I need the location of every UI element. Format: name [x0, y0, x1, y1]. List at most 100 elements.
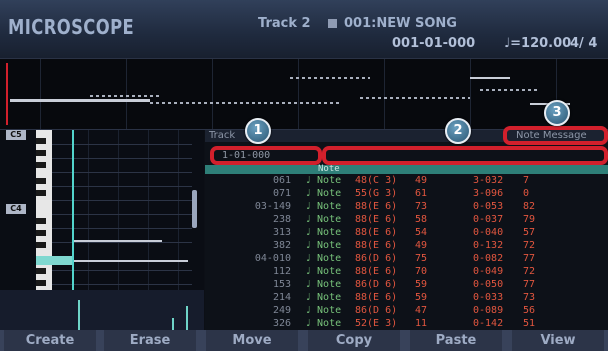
overview-gridline — [298, 59, 299, 129]
row-value: 77 — [523, 279, 536, 290]
row-position: 071 — [272, 188, 291, 199]
black-key[interactable] — [36, 138, 46, 144]
velocity-lane — [0, 290, 204, 330]
row-value: 0 — [523, 188, 530, 199]
row-value: 7 — [523, 175, 530, 186]
roll-note[interactable] — [74, 240, 162, 242]
black-key[interactable] — [36, 280, 46, 286]
callout-box-3 — [503, 126, 608, 145]
black-key[interactable] — [36, 230, 46, 236]
table-row[interactable]: 03-149 ♩ Note 88(E 6) 73 0-053 82 — [205, 201, 608, 212]
tempo-readout: ♩=120.00 — [504, 36, 572, 51]
roll-note[interactable] — [74, 260, 188, 262]
row-position: 249 — [272, 305, 291, 316]
overview-gridline — [40, 59, 41, 129]
row-type: ♩ Note — [305, 305, 342, 316]
table-row[interactable]: 249 ♩ Note 86(D 6) 47 0-089 56 — [205, 305, 608, 316]
row-position: 04-010 — [254, 253, 291, 264]
row-gate: 0-082 — [473, 253, 504, 264]
row-velocity: 11 — [415, 318, 428, 329]
row-type: ♩ Note — [305, 175, 342, 186]
row-position: 313 — [272, 227, 291, 238]
selected-event-row[interactable] — [205, 165, 608, 174]
table-row[interactable]: 214 ♩ Note 88(E 6) 59 0-033 73 — [205, 292, 608, 303]
app-title: MICROSCOPE — [8, 15, 135, 39]
row-gate: 3-032 — [473, 175, 504, 186]
black-key[interactable] — [36, 150, 46, 156]
table-row[interactable]: 313 ♩ Note 88(E 6) 54 0-040 57 — [205, 227, 608, 238]
row-note: 88(E 6) — [355, 227, 398, 238]
row-velocity: 73 — [415, 201, 428, 212]
row-velocity: 49 — [415, 175, 428, 186]
view-button[interactable]: View — [512, 330, 604, 351]
row-note: 88(E 6) — [355, 201, 398, 212]
row-position: 112 — [272, 266, 291, 277]
row-value: 73 — [523, 292, 536, 303]
row-type: ♩ Note — [305, 188, 342, 199]
row-type: ♩ Note — [305, 201, 342, 212]
table-row[interactable]: 153 ♩ Note 86(D 6) 59 0-050 77 — [205, 279, 608, 290]
table-row[interactable]: 071 ♩ Note 55(G 3) 61 3-096 0 — [205, 188, 608, 199]
table-row[interactable]: 04-010 ♩ Note 86(D 6) 75 0-082 77 — [205, 253, 608, 264]
row-velocity: 58 — [415, 214, 428, 225]
row-note: 52(E 3) — [355, 318, 398, 329]
row-type: ♩ Note — [305, 227, 342, 238]
row-type: ♩ Note — [305, 214, 342, 225]
row-note: 86(D 6) — [355, 279, 398, 290]
row-velocity: 70 — [415, 266, 428, 277]
overview-note — [10, 99, 150, 102]
row-gate: 0-089 — [473, 305, 504, 316]
black-key[interactable] — [36, 218, 46, 224]
move-button[interactable]: Move — [206, 330, 298, 351]
song-name: 001:NEW SONG — [344, 16, 457, 31]
black-key[interactable] — [36, 242, 46, 248]
table-row[interactable]: 238 ♩ Note 88(E 6) 58 0-037 79 — [205, 214, 608, 225]
table-row[interactable]: 382 ♩ Note 88(E 6) 49 0-132 72 — [205, 240, 608, 251]
row-gate: 3-096 — [473, 188, 504, 199]
row-gate: 0-037 — [473, 214, 504, 225]
paste-button[interactable]: Paste — [410, 330, 502, 351]
playhead-marker — [6, 63, 8, 125]
row-note: 88(E 6) — [355, 240, 398, 251]
row-position: 238 — [272, 214, 291, 225]
roll-scrollbar[interactable] — [192, 190, 197, 228]
row-gate: 0-033 — [473, 292, 504, 303]
table-row[interactable]: 061 ♩ Note 48(C 3) 49 3-032 7 — [205, 175, 608, 186]
song-overview[interactable] — [0, 58, 608, 130]
row-note: 86(D 6) — [355, 305, 398, 316]
callout-box-1 — [210, 146, 322, 165]
black-key[interactable] — [36, 162, 46, 168]
row-position: 061 — [272, 175, 291, 186]
row-velocity: 61 — [415, 188, 428, 199]
row-velocity: 59 — [415, 292, 428, 303]
overview-note — [480, 89, 540, 91]
selected-key-highlight — [36, 256, 72, 265]
black-key[interactable] — [36, 268, 46, 274]
overview-note — [470, 77, 510, 79]
octave-label-c4: C4 — [6, 204, 26, 214]
row-value: 79 — [523, 214, 536, 225]
overview-gridline — [126, 59, 127, 129]
header-track-label: Track — [209, 130, 236, 141]
black-key[interactable] — [36, 190, 46, 196]
row-value: 72 — [523, 266, 536, 277]
callout-badge-3: 3 — [544, 100, 570, 126]
table-row[interactable]: 326 ♩ Note 52(E 3) 11 0-142 51 — [205, 318, 608, 329]
octave-label-c5: C5 — [6, 130, 26, 140]
row-gate: 0-132 — [473, 240, 504, 251]
row-gate: 0-050 — [473, 279, 504, 290]
row-gate: 0-040 — [473, 227, 504, 238]
black-key[interactable] — [36, 178, 46, 184]
table-row[interactable]: 112 ♩ Note 88(E 6) 70 0-049 72 — [205, 266, 608, 277]
row-note: 48(C 3) — [355, 175, 398, 186]
row-type: ♩ Note — [305, 253, 342, 264]
row-position: 382 — [272, 240, 291, 251]
erase-button[interactable]: Erase — [104, 330, 196, 351]
row-type: ♩ Note — [305, 279, 342, 290]
create-button[interactable]: Create — [4, 330, 96, 351]
velocity-bar — [172, 318, 174, 330]
copy-button[interactable]: Copy — [308, 330, 400, 351]
piano-roll[interactable] — [0, 130, 204, 330]
callout-badge-1: 1 — [245, 118, 271, 144]
row-value: 82 — [523, 201, 536, 212]
